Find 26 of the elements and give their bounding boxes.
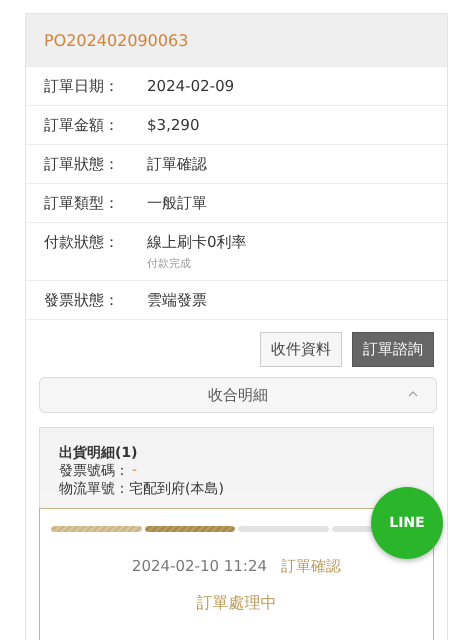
collapse-bar[interactable]: 收合明細	[39, 377, 437, 413]
status-text: 訂單確認	[281, 557, 342, 576]
field-value: 2024-02-09	[147, 77, 234, 95]
processing-text: 訂單處理中	[196, 593, 278, 614]
invoice-label: 發票號碼：	[59, 462, 129, 480]
field-label: 訂單類型：	[44, 194, 120, 213]
chevron-icon	[408, 391, 418, 397]
field-note: 付款完成	[147, 256, 192, 271]
field-label: 訂單金額：	[44, 116, 120, 135]
logistics-label: 物流單號：	[59, 480, 129, 498]
field-value: 訂單確認	[147, 155, 207, 174]
field-label: 訂單日期：	[44, 77, 120, 96]
field-value: 雲端發票	[147, 291, 207, 310]
field-label: 發票狀態：	[44, 291, 120, 310]
order-number: PO202402090063	[44, 30, 188, 50]
status-time: 2024-02-10 11:24	[132, 557, 268, 576]
action-button[interactable]: 收件資料	[260, 332, 342, 367]
field-value: 線上刷卡0利率	[147, 233, 247, 252]
field-label: 訂單狀態：	[44, 155, 120, 174]
logistics-value: 宅配到府(本島)	[129, 480, 224, 498]
field-value: $3,290	[147, 116, 200, 134]
invoice-value: -	[132, 462, 138, 480]
action-button[interactable]: 訂單諮詢	[352, 332, 434, 367]
shipment-title: 出貨明細(1)	[59, 444, 139, 462]
field-value: 一般訂單	[147, 194, 207, 213]
field-label: 付款狀態：	[44, 233, 120, 253]
